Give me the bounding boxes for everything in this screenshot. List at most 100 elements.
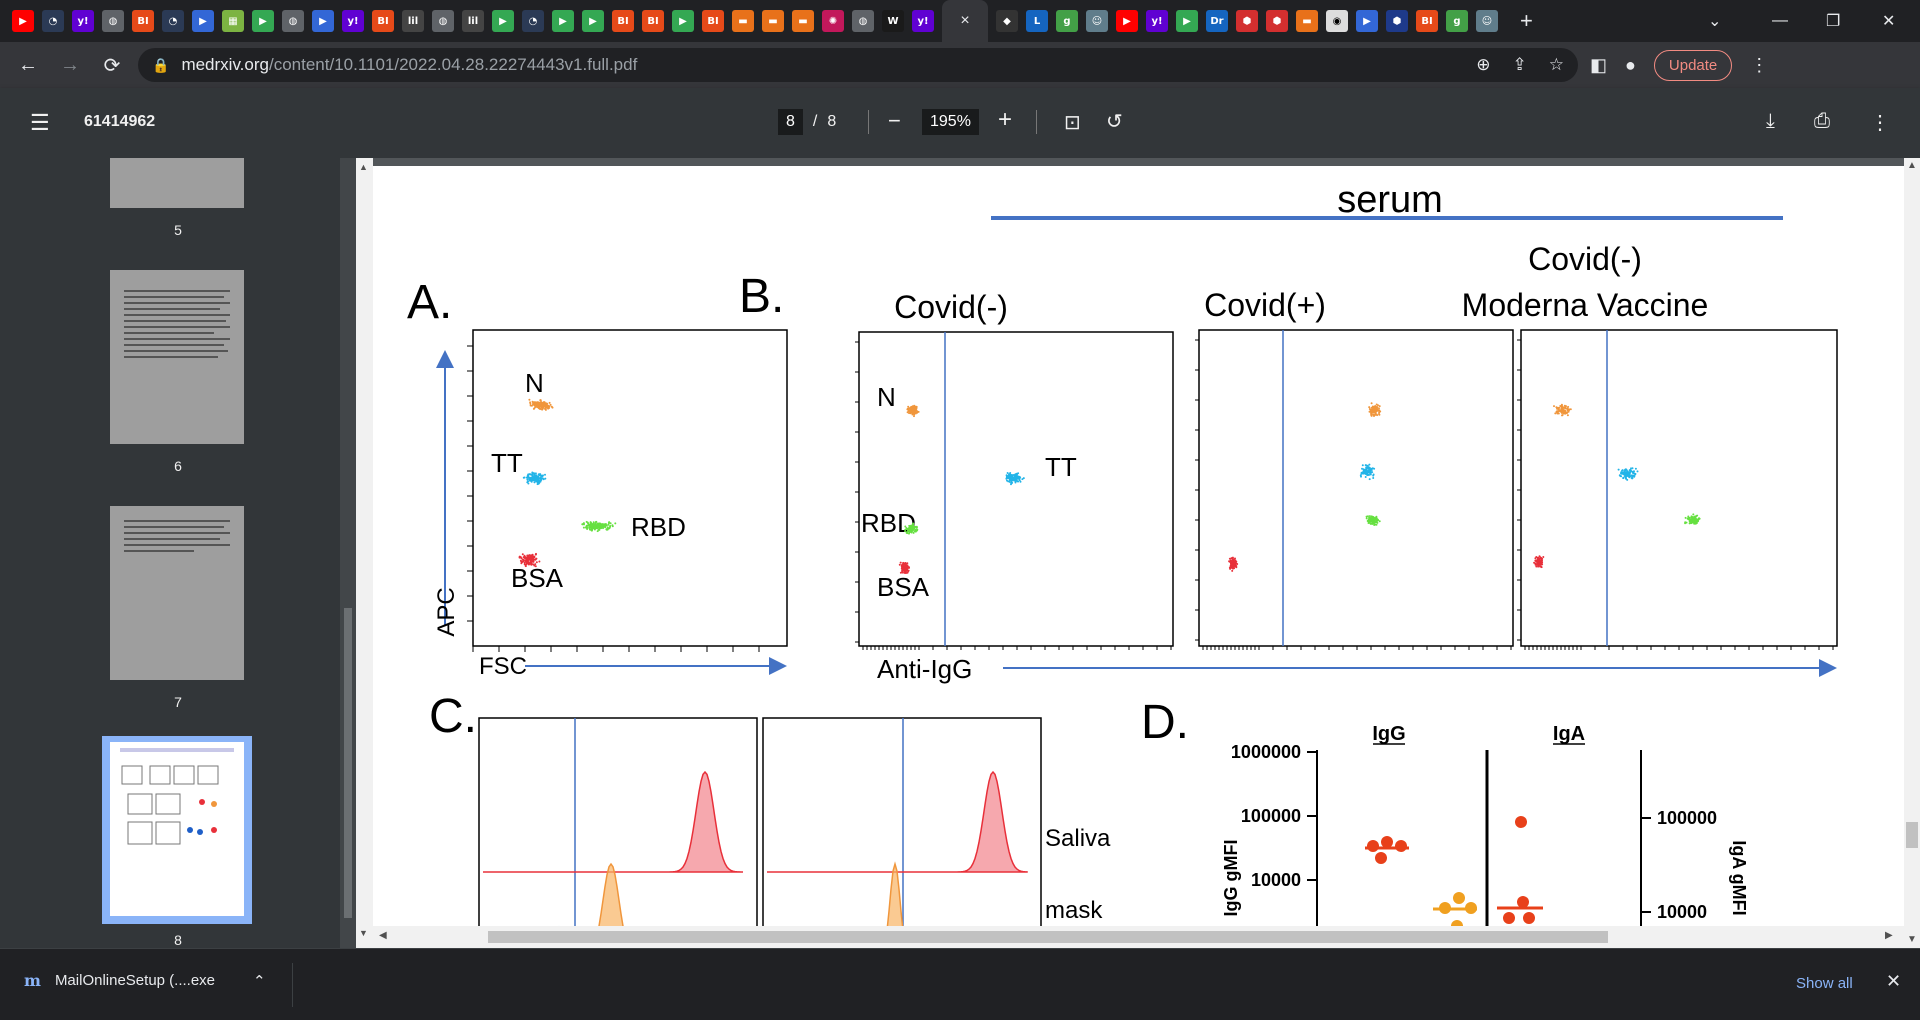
new-tab-button[interactable]: + — [1520, 8, 1533, 34]
show-all-button[interactable]: Show all — [1796, 975, 1853, 992]
page-horizontral-scrollbar[interactable]: ◀ ▶ — [373, 926, 1904, 948]
pin-icon[interactable]: ◔ — [162, 10, 184, 32]
yahoo-icon[interactable]: y! — [342, 10, 364, 32]
l-icon[interactable]: L — [1026, 10, 1048, 32]
scatter-dot — [904, 568, 907, 571]
close-download-bar-icon[interactable]: ✕ — [1886, 971, 1901, 992]
lil-icon[interactable]: lil — [402, 10, 424, 32]
pin-icon[interactable]: ◔ — [522, 10, 544, 32]
arrow-icon[interactable]: ▶ — [1356, 10, 1378, 32]
update-button[interactable]: Update — [1653, 49, 1733, 81]
download-item[interactable]: m MailOnlineSetup (....exe ⌃ — [24, 971, 266, 990]
lil-icon[interactable]: lil — [462, 10, 484, 32]
thumbnail-selected-frame[interactable] — [102, 736, 252, 924]
scroll-right-icon[interactable]: ▶ — [1885, 930, 1893, 941]
arrow-icon[interactable]: ▶ — [312, 10, 334, 32]
restore-icon[interactable]: ❐ — [1826, 0, 1840, 42]
scrollbar-thumb[interactable] — [488, 931, 1608, 943]
zoom-out-icon[interactable]: − — [888, 108, 901, 134]
bi-icon[interactable]: BI — [1416, 10, 1438, 32]
print-icon[interactable]: ⎙ — [1814, 110, 1830, 133]
reload-icon[interactable]: ⟳ — [92, 45, 132, 85]
bi-icon[interactable]: BI — [372, 10, 394, 32]
chevron-up-icon[interactable]: ⌃ — [253, 972, 266, 990]
window-close-icon[interactable]: ✕ — [1882, 0, 1895, 42]
zoom-icon[interactable]: ⊕ — [1476, 55, 1490, 75]
rotate-icon[interactable]: ↺ — [1106, 109, 1123, 134]
play-icon[interactable]: ▶ — [252, 10, 274, 32]
yahoo-icon[interactable]: y! — [72, 10, 94, 32]
sidebar-scrollbar-thumb[interactable] — [344, 608, 352, 918]
back-icon[interactable]: ← — [8, 45, 48, 85]
wapo-icon[interactable]: ◉ — [1326, 10, 1348, 32]
bi-icon[interactable]: BI — [612, 10, 634, 32]
hamburger-menu-icon[interactable]: ☰ — [30, 110, 50, 136]
close-tab-icon[interactable]: × — [960, 12, 969, 30]
spark-icon[interactable]: ✺ — [822, 10, 844, 32]
menu-kebab-icon[interactable]: ⋮ — [1750, 55, 1768, 76]
globe-icon[interactable]: ◍ — [102, 10, 124, 32]
globe-icon[interactable]: ◍ — [282, 10, 304, 32]
arrow-icon[interactable]: ▶ — [192, 10, 214, 32]
dr-icon[interactable]: Dr — [1206, 10, 1228, 32]
download-icon[interactable]: ⤓ — [1766, 110, 1775, 133]
scroll-down-icon[interactable]: ▼ — [1907, 934, 1917, 945]
play-icon[interactable]: ▶ — [1176, 10, 1198, 32]
g-icon[interactable]: g — [1446, 10, 1468, 32]
scroll-up-icon[interactable]: ▲ — [1907, 160, 1917, 171]
share-icon[interactable]: ⇪ — [1513, 55, 1527, 75]
bookmark-icon[interactable]: ▬ — [732, 10, 754, 32]
page-number-input[interactable]: 8 — [778, 109, 803, 135]
yahoo-icon[interactable]: y! — [1146, 10, 1168, 32]
hex-icon[interactable]: ⬢ — [1386, 10, 1408, 32]
pin-red-icon[interactable]: ⬢ — [1266, 10, 1288, 32]
zoom-in-icon[interactable]: + — [998, 106, 1012, 134]
active-tab[interactable]: × — [942, 0, 988, 42]
bookmark-icon[interactable]: ▬ — [1296, 10, 1318, 32]
tab-search-icon[interactable]: ⌄ — [1708, 0, 1721, 42]
pin-icon[interactable]: ◔ — [42, 10, 64, 32]
thumbnail-page-7[interactable] — [110, 506, 244, 680]
youtube-icon[interactable]: ▶ — [1116, 10, 1138, 32]
scroll-up-icon[interactable]: ▲ — [359, 162, 368, 172]
bookmark-icon[interactable]: ▬ — [762, 10, 784, 32]
scrollbar-thumb[interactable] — [1906, 822, 1918, 848]
pin-red-icon[interactable]: ⬢ — [1236, 10, 1258, 32]
scroll-down-icon[interactable]: ▼ — [359, 928, 368, 938]
scatter-dot — [1231, 564, 1233, 567]
fit-page-icon[interactable]: ⊡ — [1064, 110, 1081, 135]
yahoo-icon[interactable]: y! — [912, 10, 934, 32]
scroll-left-icon[interactable]: ◀ — [379, 930, 387, 941]
youtube-icon[interactable]: ▶ — [12, 10, 34, 32]
globe-icon[interactable]: ◍ — [432, 10, 454, 32]
zoom-level-input[interactable]: 195% — [922, 109, 979, 135]
bookmark-star-icon[interactable]: ☆ — [1549, 55, 1564, 75]
thumbnail-page-5[interactable] — [110, 158, 244, 208]
ww-icon[interactable]: W — [882, 10, 904, 32]
nbc-icon[interactable]: ◆ — [996, 10, 1018, 32]
g-icon[interactable]: g — [1056, 10, 1078, 32]
avatar-icon[interactable]: ☺ — [1476, 10, 1498, 32]
grid-icon[interactable]: ▦ — [222, 10, 244, 32]
profile-icon[interactable]: ● — [1625, 55, 1636, 76]
bi-icon[interactable]: BI — [132, 10, 154, 32]
panel-b-x-label: Anti-IgG — [877, 654, 972, 684]
play-icon[interactable]: ▶ — [492, 10, 514, 32]
thumbnail-page-6[interactable] — [110, 270, 244, 444]
minimize-icon[interactable]: — — [1772, 0, 1788, 42]
left-scroll-track[interactable]: ▲ ▼ — [356, 158, 373, 948]
avatar-icon[interactable]: ☺ — [1086, 10, 1108, 32]
address-bar[interactable]: 🔒 medrxiv.org/content/10.1101/2022.04.28… — [138, 48, 1578, 82]
sidebar-scrollbar[interactable] — [340, 158, 356, 948]
bookmark-icon[interactable]: ▬ — [792, 10, 814, 32]
forward-icon[interactable]: → — [50, 45, 90, 85]
bi-icon[interactable]: BI — [642, 10, 664, 32]
play-icon[interactable]: ▶ — [672, 10, 694, 32]
side-panel-icon[interactable]: ◧ — [1590, 55, 1607, 76]
play-icon[interactable]: ▶ — [552, 10, 574, 32]
play-icon[interactable]: ▶ — [582, 10, 604, 32]
bi-icon[interactable]: BI — [702, 10, 724, 32]
more-options-icon[interactable]: ⋮ — [1870, 110, 1890, 135]
globe-icon[interactable]: ◍ — [852, 10, 874, 32]
page-vertical-scrollbar[interactable]: ▲ ▼ — [1904, 158, 1920, 948]
